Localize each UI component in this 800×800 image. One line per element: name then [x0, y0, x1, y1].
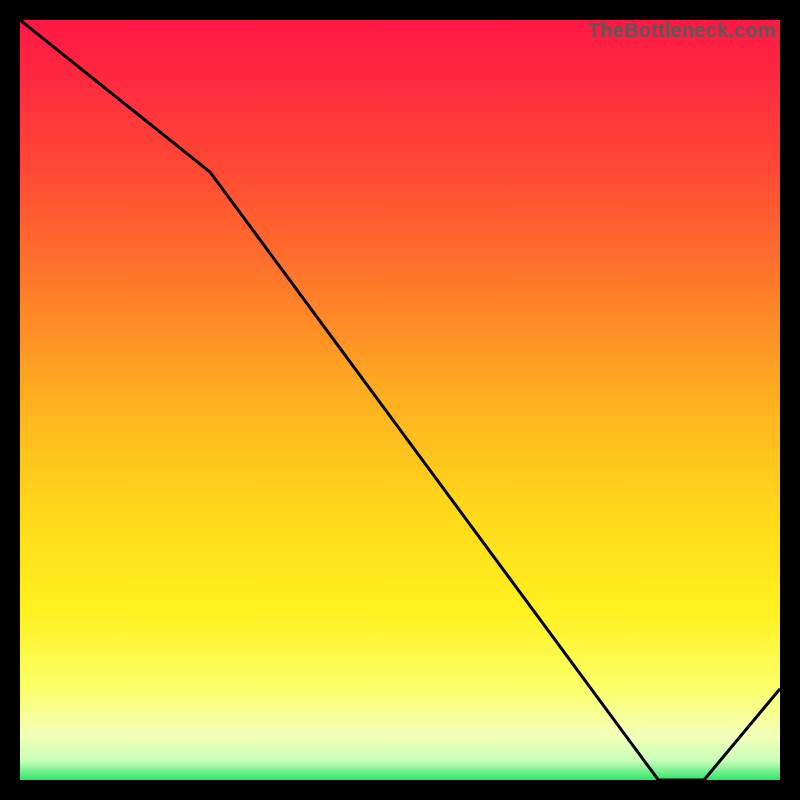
plot-area: TheBottleneck.com: [20, 20, 780, 780]
chart-svg: [20, 20, 780, 780]
chart-frame: TheBottleneck.com: [0, 0, 800, 800]
watermark-text: TheBottleneck.com: [588, 20, 776, 43]
gradient-background: [20, 20, 780, 780]
